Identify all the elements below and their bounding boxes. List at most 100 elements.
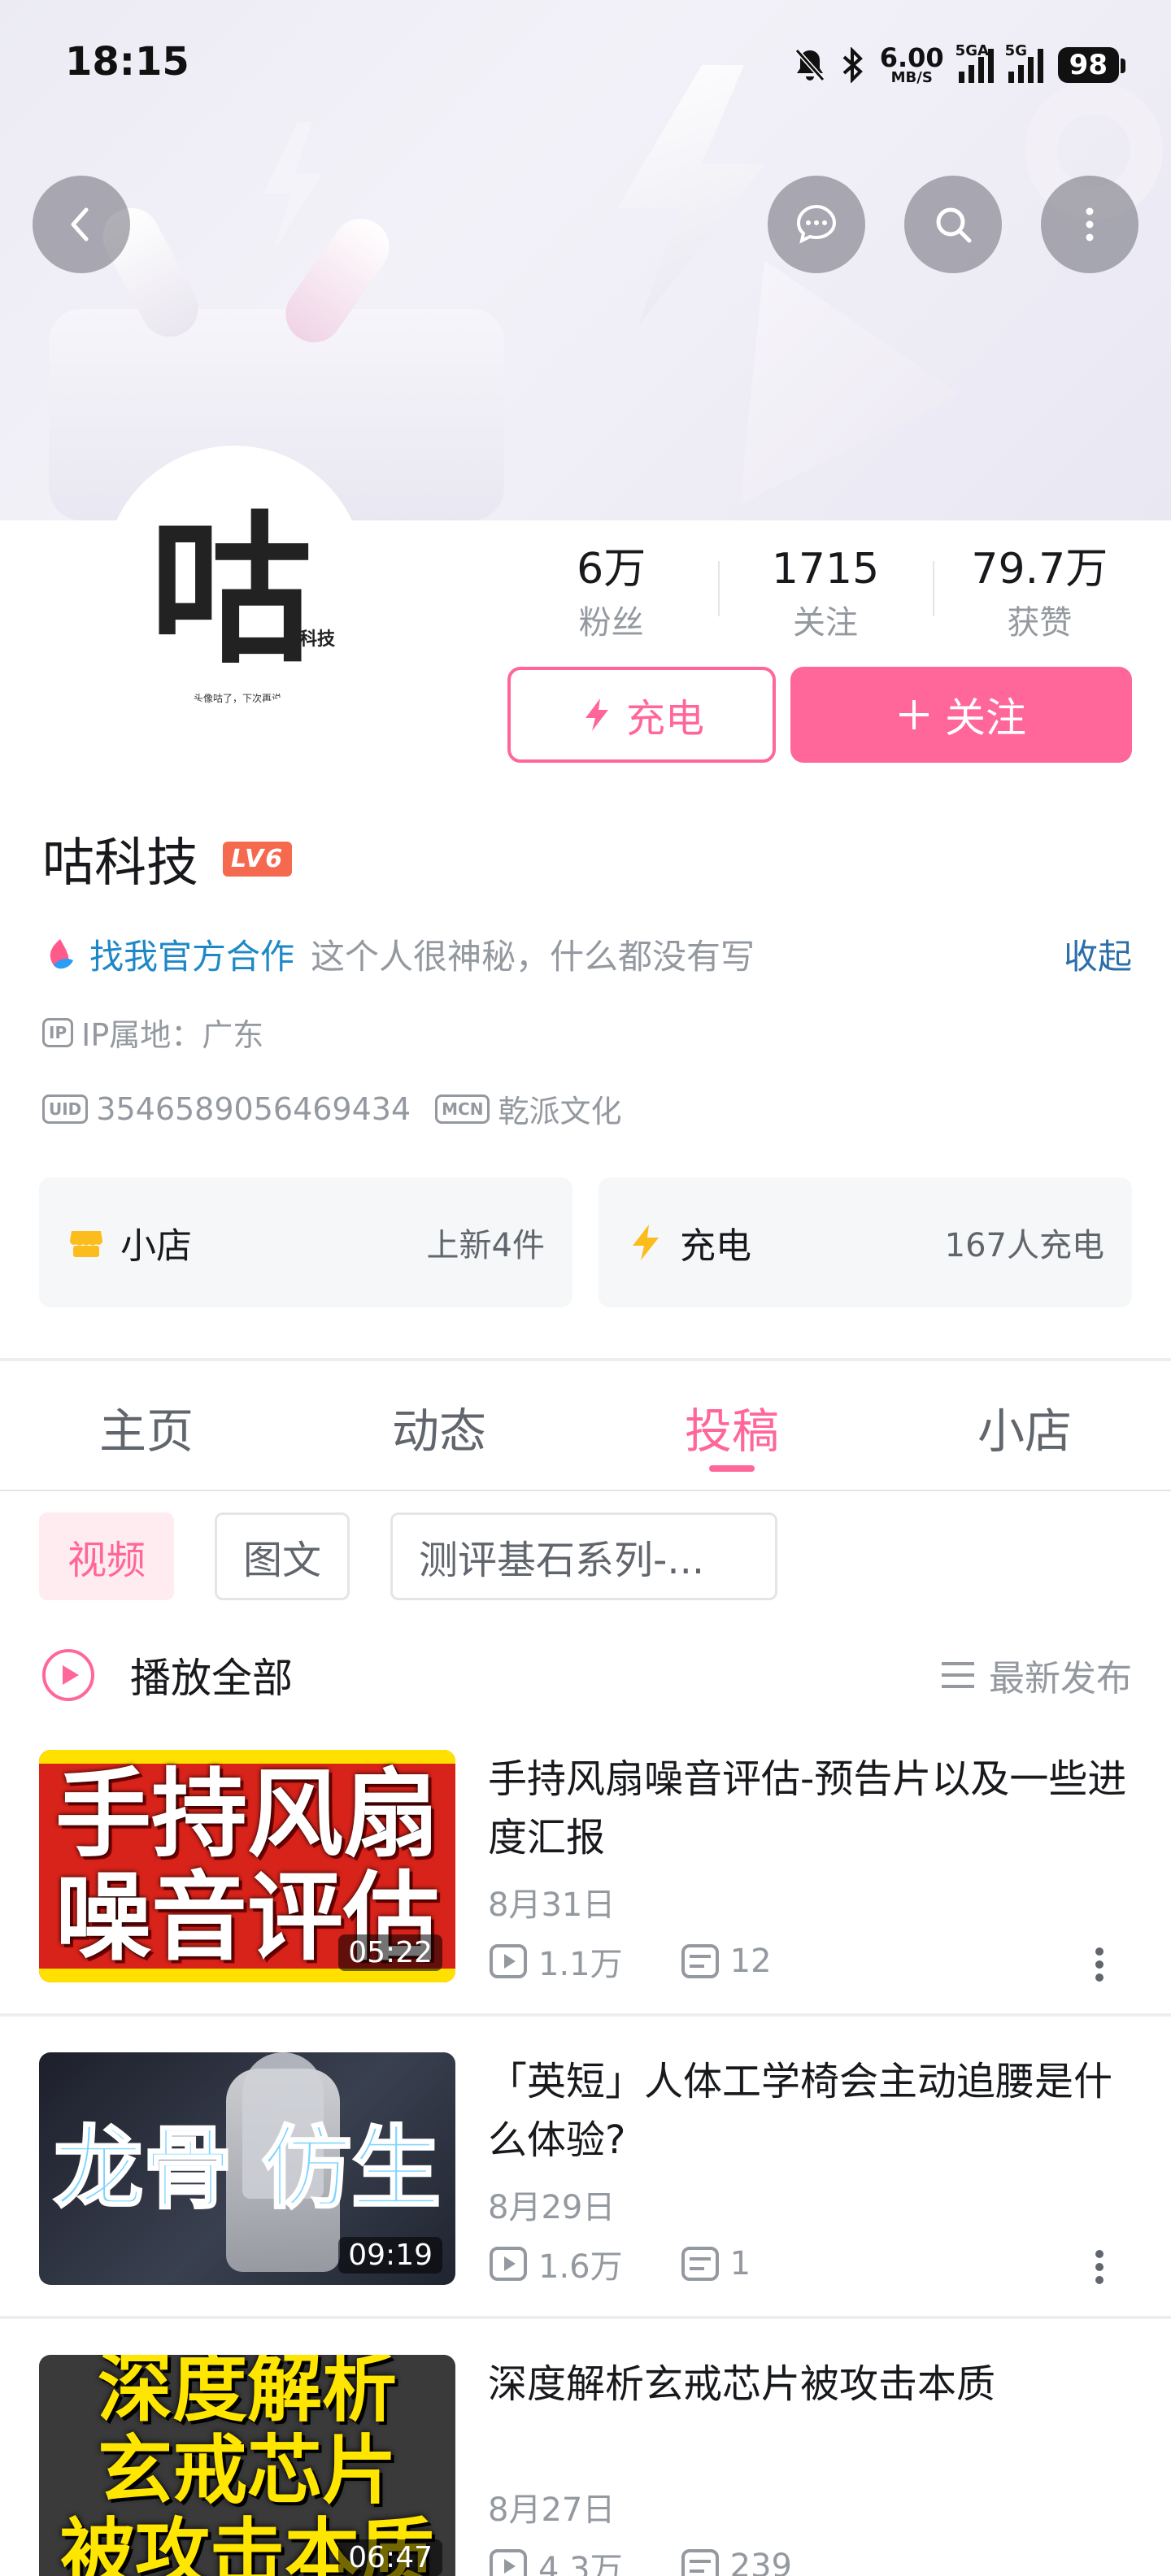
signal-5ga-icon: 5GA: [956, 42, 994, 83]
profile-cards: 小店 上新4件 充电 167人充电: [39, 1177, 1132, 1308]
comment-count: 1: [729, 2245, 751, 2282]
play-circle-icon[interactable]: [39, 1646, 98, 1704]
more-vertical-icon: [1086, 207, 1094, 242]
collapse-toggle[interactable]: 收起: [1064, 929, 1132, 979]
chat-bubble-icon: [796, 204, 837, 244]
message-button[interactable]: [768, 176, 865, 273]
banner-decoration: [263, 122, 322, 252]
stat-value: 1715: [771, 545, 880, 594]
filter-article[interactable]: 图文: [215, 1512, 350, 1600]
status-icons: 6.00 MB/S 5GA 5G 98: [794, 41, 1126, 89]
ip-location-row: IP IP属地：广东: [42, 1010, 263, 1055]
network-speed-unit: MB/S: [890, 69, 933, 86]
stat-label: 粉丝: [578, 604, 644, 642]
official-cooperation-link[interactable]: 找我官方合作: [89, 929, 294, 979]
play-count-icon: [490, 2549, 527, 2576]
stat-label: 获赞: [1007, 604, 1073, 642]
comment-count: 239: [729, 2548, 792, 2576]
tabs-divider: [0, 1490, 1171, 1491]
charge-button-label: 充电: [625, 696, 704, 742]
shop-card-title: 小店: [120, 1225, 192, 1267]
tab-uploads[interactable]: 投稿: [586, 1366, 878, 1488]
name-row: 咕科技 LV6: [42, 821, 293, 896]
stat-value: 6万: [577, 545, 646, 594]
mcn-name[interactable]: 乾派文化: [498, 1086, 621, 1131]
video-title[interactable]: 深度解析玄戒芯片被攻击本质: [488, 2355, 1130, 2413]
shop-card[interactable]: 小店 上新4件: [39, 1177, 572, 1308]
thumbnail-caption-line: 龙骨: [53, 2116, 234, 2221]
status-bar: 18:15 6.00 MB/S 5GA 5G 98: [0, 0, 1171, 130]
video-thumbnail[interactable]: 龙骨 仿生 09:19: [39, 2052, 455, 2285]
video-date: 8月27日: [488, 2491, 616, 2529]
view-count: 4.3万: [538, 2551, 623, 2576]
play-count-icon: [490, 2247, 527, 2281]
video-date: 8月29日: [488, 2189, 616, 2226]
shop-icon: [70, 1231, 102, 1257]
video-thumbnail[interactable]: 手持风扇 噪音评估 05:22: [39, 1750, 455, 1982]
lightning-icon: [585, 698, 608, 731]
stat-value: 79.7万: [971, 545, 1108, 594]
avatar[interactable]: 咕 科技 头像咕了，下次再说: [104, 446, 364, 706]
avatar-logo-sub: 科技: [299, 629, 336, 650]
tab-shop[interactable]: 小店: [878, 1366, 1171, 1488]
avatar-logo-text: 咕: [150, 497, 312, 686]
view-count: 1.1万: [538, 1946, 623, 1983]
video-date: 8月31日: [488, 1886, 616, 1924]
thumbnail-caption-line: 手持风扇: [54, 1757, 439, 1870]
stat-following[interactable]: 1715 关注: [718, 538, 932, 644]
comment-count-icon: [681, 2549, 719, 2576]
back-button[interactable]: [33, 176, 130, 273]
search-button[interactable]: [904, 176, 1002, 273]
charge-card[interactable]: 充电 167人充电: [599, 1177, 1132, 1308]
video-item[interactable]: 龙骨 仿生 09:19 「英短」人体工学椅会主动追腰是什么体验? 8月29日 1…: [39, 2052, 1132, 2286]
video-title[interactable]: 「英短」人体工学椅会主动追腰是什么体验?: [488, 2052, 1130, 2169]
thumbnail-caption-line: 深度解析: [97, 2355, 397, 2433]
uid-row: UID 3546589056469434 MCN 乾派文化: [42, 1086, 621, 1131]
filter-series[interactable]: 测评基石系列-...: [390, 1512, 778, 1600]
ip-location: IP属地：广东: [81, 1017, 264, 1053]
comment-count: 12: [729, 1943, 772, 1980]
charge-card-title: 充电: [680, 1225, 751, 1267]
bio-text: 这个人很神秘，什么都没有写: [311, 936, 755, 977]
more-vertical-icon[interactable]: [1083, 1940, 1116, 1989]
comment-count-icon: [681, 1944, 719, 1978]
plus-icon: [899, 700, 929, 729]
video-item[interactable]: 手持风扇 噪音评估 05:22 手持风扇噪音评估-预告片以及一些进度汇报 8月3…: [39, 1750, 1132, 1984]
list-divider: [0, 2013, 1171, 2017]
more-options-button[interactable]: [1041, 176, 1138, 273]
play-all-button[interactable]: 播放全部: [130, 1646, 938, 1704]
follow-button[interactable]: 关注: [790, 667, 1132, 763]
banner-decoration: [740, 260, 960, 504]
signal-5ga-label: 5GA: [955, 42, 989, 59]
video-stats: 1.1万 12: [488, 1939, 772, 1984]
video-thumbnail[interactable]: 深度解析 玄戒芯片 被攻击本质 06:47: [39, 2355, 455, 2576]
level-badge: LV6: [223, 841, 293, 877]
stat-likes[interactable]: 79.7万 获赞: [932, 538, 1147, 644]
filter-video[interactable]: 视频: [39, 1512, 175, 1600]
video-title[interactable]: 手持风扇噪音评估-预告片以及一些进度汇报: [488, 1750, 1130, 1867]
stat-fans[interactable]: 6万 粉丝: [504, 538, 718, 644]
thumbnail-caption-line: 仿生: [261, 2116, 442, 2221]
thumbnail-caption-line: 玄戒芯片: [97, 2427, 397, 2515]
video-stats: 4.3万 239: [488, 2543, 792, 2576]
tab-dynamic[interactable]: 动态: [293, 1366, 586, 1488]
tab-home[interactable]: 主页: [0, 1366, 293, 1488]
profile-tabs: 主页 动态 投稿 小店: [0, 1366, 1171, 1488]
list-sort-icon: [942, 1662, 974, 1688]
signal-5g-label: 5G: [1004, 42, 1027, 59]
video-duration: 05:22: [338, 1934, 442, 1971]
network-speed: 6.00 MB/S: [880, 45, 944, 85]
sort-selector[interactable]: 最新发布: [989, 1649, 1132, 1701]
user-name: 咕科技: [42, 833, 198, 894]
video-duration: 09:19: [338, 2237, 442, 2274]
bluetooth-icon: [842, 47, 863, 83]
shop-card-subtitle: 上新4件: [426, 1227, 545, 1264]
more-vertical-icon[interactable]: [1083, 2243, 1116, 2291]
video-duration: 06:47: [338, 2539, 442, 2576]
video-item[interactable]: 深度解析 玄戒芯片 被攻击本质 06:47 深度解析玄戒芯片被攻击本质 8月27…: [39, 2355, 1132, 2576]
charge-button[interactable]: 充电: [507, 667, 776, 763]
uid-value[interactable]: 3546589056469434: [96, 1091, 411, 1127]
bio-row: 找我官方合作 这个人很神秘，什么都没有写 收起: [42, 925, 1132, 982]
list-header: 播放全部 最新发布: [39, 1643, 1132, 1708]
mute-bell-icon: [794, 49, 825, 81]
